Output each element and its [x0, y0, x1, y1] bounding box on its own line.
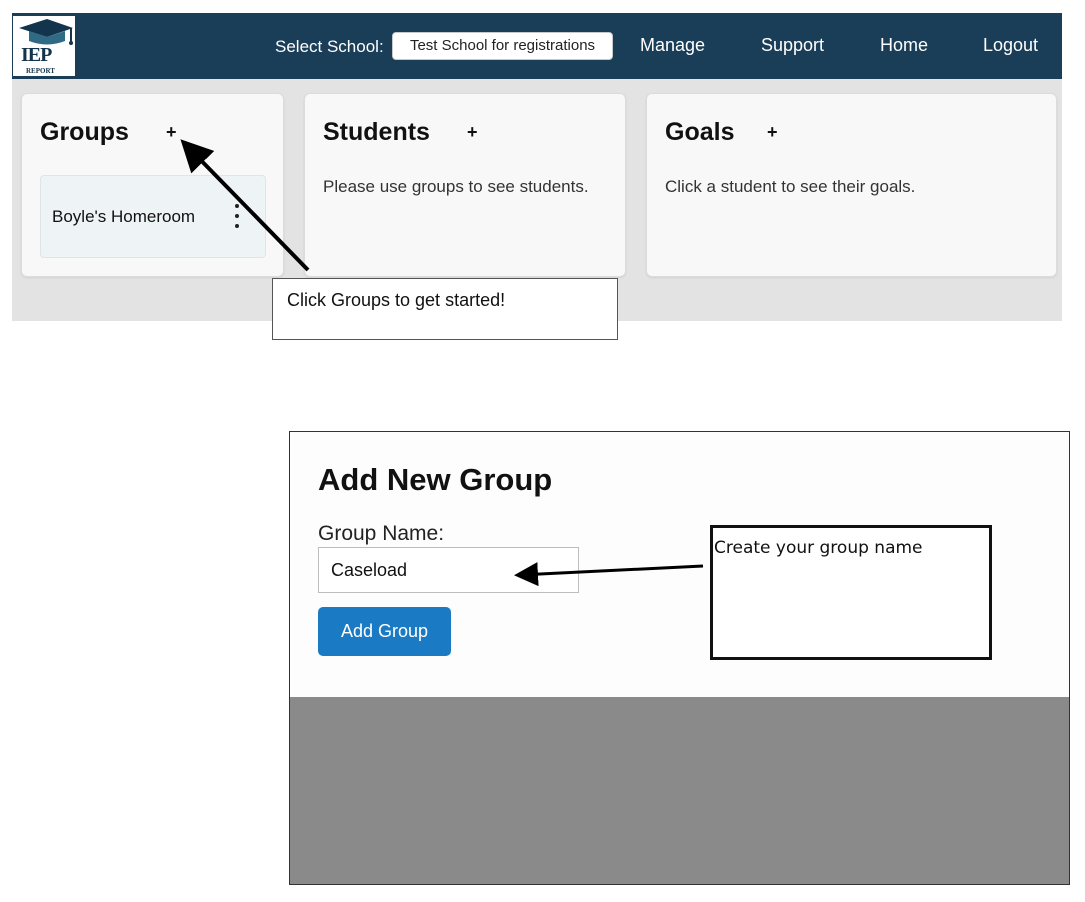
- logo-subtext: REPORT: [26, 67, 55, 75]
- school-select[interactable]: Test School for registrations: [392, 32, 613, 60]
- more-options-icon[interactable]: [233, 202, 241, 232]
- app-screenshot-add-group: Add New Group Group Name: Add Group Crea…: [289, 431, 1070, 885]
- groups-card: Groups + Boyle's Homeroom: [21, 93, 284, 277]
- add-group-button[interactable]: +: [166, 122, 177, 143]
- group-name-input[interactable]: [318, 547, 579, 593]
- nav-manage-link[interactable]: Manage: [640, 35, 705, 56]
- logo-text: IEP: [21, 44, 52, 66]
- goals-title: Goals: [665, 118, 735, 146]
- goals-message: Click a student to see their goals.: [665, 177, 916, 196]
- group-name: Boyle's Homeroom: [52, 207, 196, 226]
- nav-logout-link[interactable]: Logout: [983, 35, 1038, 56]
- goals-card: Goals + Click a student to see their goa…: [646, 93, 1057, 277]
- students-title: Students: [323, 118, 430, 146]
- annotation-callout-groups: Click Groups to get started!: [272, 278, 618, 340]
- students-message: Please use groups to see students.: [323, 177, 589, 196]
- add-group-submit-button[interactable]: Add Group: [318, 607, 451, 656]
- add-student-button[interactable]: +: [467, 122, 478, 143]
- annotation-text: Create your group name: [714, 538, 923, 558]
- select-school-label: Select School:: [275, 37, 384, 56]
- group-name-label: Group Name:: [318, 522, 445, 545]
- students-card: Students + Please use groups to see stud…: [304, 93, 626, 277]
- modal-title: Add New Group: [318, 462, 553, 497]
- annotation-text: Click Groups to get started!: [287, 290, 506, 310]
- annotation-callout-name: Create your group name: [710, 525, 992, 660]
- iep-report-logo[interactable]: IEP REPORT: [12, 15, 76, 77]
- app-screenshot-dashboard: IEP REPORT Select School: Test School fo…: [12, 13, 1062, 321]
- nav-home-link[interactable]: Home: [880, 35, 928, 56]
- group-list-item[interactable]: Boyle's Homeroom: [40, 175, 266, 258]
- add-goal-button[interactable]: +: [767, 122, 778, 143]
- nav-support-link[interactable]: Support: [761, 35, 824, 56]
- groups-title[interactable]: Groups: [40, 118, 129, 147]
- top-navbar: IEP REPORT Select School: Test School fo…: [12, 13, 1062, 79]
- add-group-modal: Add New Group Group Name: Add Group Crea…: [290, 432, 1069, 697]
